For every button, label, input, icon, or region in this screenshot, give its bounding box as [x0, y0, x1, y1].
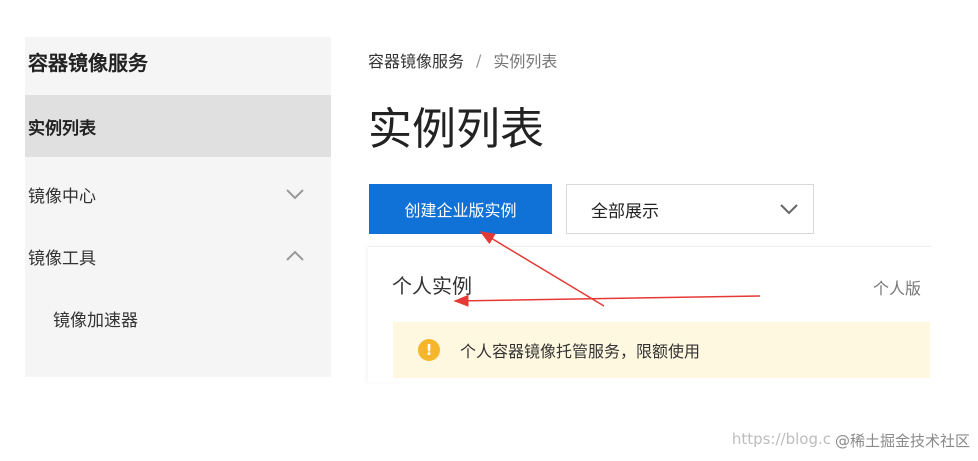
watermark-url: https://blog.c: [731, 430, 831, 448]
chevron-up-icon: [286, 250, 304, 261]
chevron-down-icon: [780, 204, 798, 215]
breadcrumb-root[interactable]: 容器镜像服务: [368, 48, 464, 72]
sidebar-item-image-tools[interactable]: 镜像工具: [25, 225, 331, 287]
filter-select[interactable]: 全部展示: [566, 184, 814, 234]
sidebar-item-instance-list[interactable]: 实例列表: [25, 95, 331, 157]
sidebar-title: 容器镜像服务: [28, 51, 148, 75]
notice-text: 个人容器镜像托管服务，限额使用: [460, 342, 701, 361]
notice-banner: ! 个人容器镜像托管服务，限额使用: [393, 322, 930, 378]
breadcrumb: 容器镜像服务 / 实例列表: [368, 48, 557, 72]
card-title: 个人实例: [392, 274, 472, 298]
page-title: 实例列表: [368, 104, 544, 155]
sidebar-item-image-center[interactable]: 镜像中心: [25, 163, 331, 225]
chevron-down-icon: [286, 189, 304, 200]
watermark: https://blog.c @稀土掘金技术社区: [732, 430, 970, 451]
sidebar-item-image-accelerator[interactable]: 镜像加速器: [25, 287, 331, 349]
warning-icon: !: [418, 339, 440, 361]
watermark-brand: @稀土掘金技术社区: [834, 432, 970, 450]
sidebar: 容器镜像服务 实例列表 镜像中心 镜像工具 镜像加速器: [25, 37, 331, 377]
breadcrumb-current: 实例列表: [493, 52, 558, 71]
filter-select-value: 全部展示: [591, 201, 659, 222]
breadcrumb-separator: /: [476, 50, 482, 70]
sidebar-item-label: 镜像工具: [28, 248, 96, 269]
sidebar-item-label: 镜像中心: [28, 186, 96, 207]
sidebar-item-label: 实例列表: [28, 118, 96, 139]
edition-label: 个人版: [873, 279, 922, 298]
sidebar-item-label: 镜像加速器: [53, 310, 138, 331]
create-enterprise-instance-button[interactable]: 创建企业版实例: [369, 184, 552, 234]
